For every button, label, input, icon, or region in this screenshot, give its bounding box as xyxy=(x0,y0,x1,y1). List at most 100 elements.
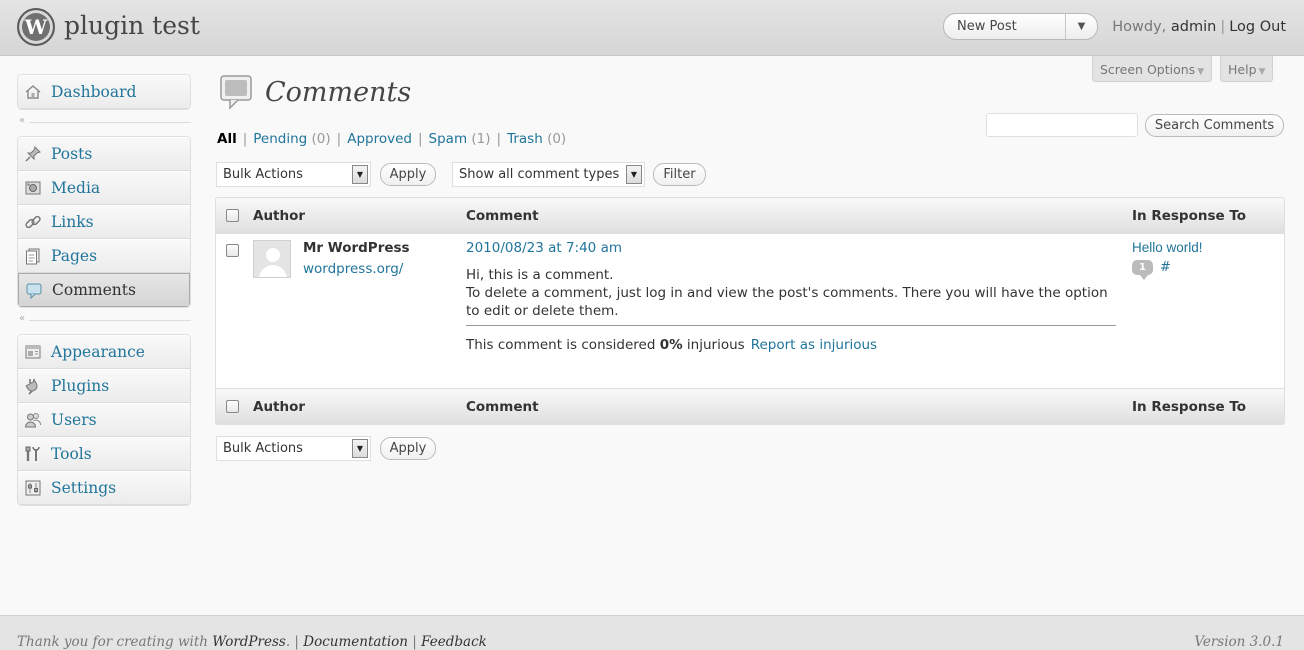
bulk-actions-select-bottom[interactable]: Bulk Actions ▼ xyxy=(216,436,371,461)
sidebar-item-users[interactable]: Users xyxy=(18,403,190,437)
wordpress-logo-icon[interactable]: W xyxy=(17,8,55,46)
row-checkbox[interactable] xyxy=(226,244,239,257)
filter-button[interactable]: Filter xyxy=(653,163,706,186)
filter-pending[interactable]: Pending xyxy=(253,131,307,147)
footer-version: Version 3.0.1 xyxy=(1194,634,1284,650)
column-comment: Comment xyxy=(466,208,539,224)
filter-trash[interactable]: Trash xyxy=(507,131,543,147)
sidebar-item-appearance[interactable]: Appearance xyxy=(18,335,190,369)
comments-page-icon xyxy=(220,75,252,110)
sidebar-item-tools[interactable]: Tools xyxy=(18,437,190,471)
new-post-button[interactable]: New Post xyxy=(957,19,1017,34)
sidebar-item-settings[interactable]: Settings xyxy=(18,471,190,505)
sidebar-item-label: Plugins xyxy=(51,377,110,395)
filter-approved[interactable]: Approved xyxy=(347,131,412,147)
select-all-checkbox-bottom[interactable] xyxy=(226,400,239,413)
search-comments-button[interactable]: Search Comments xyxy=(1145,114,1284,137)
post-permalink[interactable]: # xyxy=(1160,260,1171,275)
filter-spam[interactable]: Spam xyxy=(429,131,468,147)
wordpress-link[interactable]: WordPress xyxy=(212,634,286,650)
comment-count-badge[interactable]: 1 xyxy=(1132,260,1153,280)
footer-separator: | xyxy=(412,634,417,650)
admin-header: W plugin test New Post ▼ Howdy, admin | Lo… xyxy=(0,0,1304,56)
comment-type-value: Show all comment types xyxy=(459,167,620,182)
injury-notice: This comment is considered 0% injurious R… xyxy=(466,337,877,353)
filter-separator: | xyxy=(496,131,502,147)
collapse-icon[interactable]: « xyxy=(19,313,25,324)
sidebar-item-label: Dashboard xyxy=(51,83,137,101)
filter-all[interactable]: All xyxy=(217,131,237,147)
report-injurious-link[interactable]: Report as injurious xyxy=(751,337,877,353)
apply-button-bottom[interactable]: Apply xyxy=(380,437,436,460)
comment-type-select[interactable]: Show all comment types ▼ xyxy=(452,162,645,187)
column-response: In Response To xyxy=(1132,208,1247,224)
howdy-text: Howdy, xyxy=(1112,19,1171,35)
sidebar-item-dashboard[interactable]: Dashboard xyxy=(18,75,190,109)
filter-separator: | xyxy=(242,131,248,147)
status-filter-links: All | Pending (0) | Approved | Spam (1) | Trash … xyxy=(217,131,566,147)
sidebar-item-plugins[interactable]: Plugins xyxy=(18,369,190,403)
post-title-link[interactable]: Hello world! xyxy=(1132,240,1203,255)
chevron-down-icon[interactable]: ▼ xyxy=(1065,14,1097,39)
chevron-down-icon: ▼ xyxy=(352,439,368,458)
sidebar-item-label: Users xyxy=(51,411,97,429)
help-label: Help xyxy=(1228,62,1257,77)
pin-icon xyxy=(25,146,41,162)
sidebar-item-label: Links xyxy=(51,213,94,231)
screen-options-tab[interactable]: Screen Options ▼ xyxy=(1092,56,1213,82)
documentation-link[interactable]: Documentation xyxy=(303,634,408,650)
spam-count: (1) xyxy=(471,131,491,147)
comments-table: Author Comment In Response To Mr WordPre… xyxy=(215,197,1285,425)
site-title[interactable]: plugin test xyxy=(64,11,200,40)
sidebar-item-posts[interactable]: Posts xyxy=(18,137,190,171)
column-response: In Response To xyxy=(1132,399,1247,415)
select-all-checkbox[interactable] xyxy=(226,209,239,222)
plugin-icon xyxy=(25,379,38,395)
menu-separator[interactable]: « xyxy=(17,110,191,136)
footer-thanks: Thank you for creating with xyxy=(17,634,213,650)
collapse-icon[interactable]: « xyxy=(19,115,25,126)
author-url-link[interactable]: wordpress.org/ xyxy=(303,261,403,277)
filter-separator: | xyxy=(417,131,423,147)
sidebar-item-label: Appearance xyxy=(51,343,145,361)
menu-separator[interactable]: « xyxy=(17,308,191,334)
footer-credits: Thank you for creating with WordPress. |… xyxy=(17,634,487,650)
comment-divider xyxy=(466,325,1116,326)
apply-button-top[interactable]: Apply xyxy=(380,163,436,186)
chevron-down-icon: ▼ xyxy=(1258,67,1266,77)
table-header: Author Comment In Response To xyxy=(216,198,1284,234)
comment-text-line: To delete a comment, just log in and vie… xyxy=(466,285,1108,301)
filter-separator: | xyxy=(336,131,342,147)
appearance-icon xyxy=(25,345,41,359)
sidebar-item-comments[interactable]: Comments xyxy=(18,273,190,307)
comment-icon xyxy=(26,283,42,299)
admin-footer: Thank you for creating with WordPress. |… xyxy=(0,615,1304,650)
column-comment: Comment xyxy=(466,399,539,415)
bulk-actions-select-top[interactable]: Bulk Actions ▼ xyxy=(216,162,371,187)
chevron-down-icon: ▼ xyxy=(1197,67,1205,77)
author-name: Mr WordPress xyxy=(303,240,410,256)
comment-date-link[interactable]: 2010/08/23 at 7:40 am xyxy=(466,240,622,256)
help-tab[interactable]: Help ▼ xyxy=(1220,56,1274,82)
chevron-down-icon: ▼ xyxy=(352,165,368,184)
username-link[interactable]: admin xyxy=(1171,19,1216,35)
favorite-actions[interactable]: New Post ▼ xyxy=(943,13,1098,40)
menu-block-dashboard: Dashboard xyxy=(17,74,191,110)
comment-text-line: Hi, this is a comment. xyxy=(466,267,614,283)
bulk-actions-value: Bulk Actions xyxy=(223,441,303,456)
logout-link[interactable]: Log Out xyxy=(1229,19,1286,35)
sidebar-item-label: Pages xyxy=(51,247,98,265)
table-footer: Author Comment In Response To xyxy=(216,388,1284,424)
feedback-link[interactable]: Feedback xyxy=(421,634,487,650)
menu-block-settings: Appearance Plugins Users Tools Settings xyxy=(17,334,191,506)
sidebar-item-label: Settings xyxy=(51,479,117,497)
sidebar-item-media[interactable]: Media xyxy=(18,171,190,205)
sidebar-item-links[interactable]: Links xyxy=(18,205,190,239)
search-input[interactable] xyxy=(986,113,1138,137)
sidebar-item-label: Posts xyxy=(51,145,93,163)
sidebar-item-label: Comments xyxy=(52,281,136,299)
injury-prefix: This comment is considered xyxy=(466,337,660,353)
avatar-silhouette-icon xyxy=(259,248,287,277)
link-icon xyxy=(25,215,41,229)
sidebar-item-pages[interactable]: Pages xyxy=(18,239,190,273)
